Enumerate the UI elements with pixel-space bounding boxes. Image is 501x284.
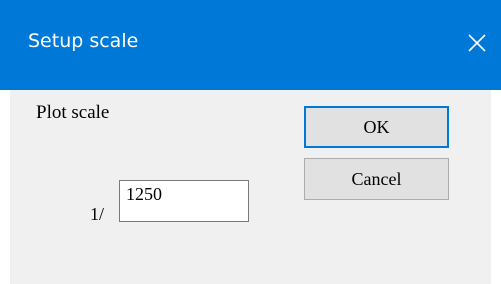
scale-denominator-input[interactable]: 1250 [119,180,249,222]
window-title: Setup scale [28,30,139,52]
cancel-button[interactable]: Cancel [304,158,449,200]
dialog-body: Plot scale 1/ 1250 OK Cancel [10,90,491,284]
plot-scale-label: Plot scale [36,102,110,123]
ok-button[interactable]: OK [304,106,449,148]
close-icon [467,33,487,58]
close-button[interactable] [453,19,501,71]
setup-scale-dialog: Setup scale Plot scale 1/ 1250 OK Cancel [0,0,501,284]
ratio-prefix-label: 1/ [90,204,105,224]
title-bar[interactable]: Setup scale [0,0,501,90]
window-frame-right [490,90,501,284]
